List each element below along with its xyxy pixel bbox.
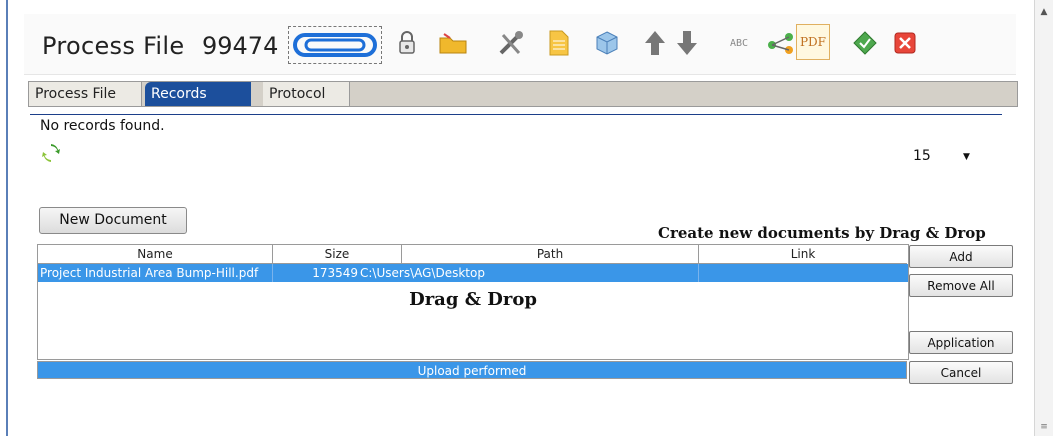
upload-progress-bar: Upload performed xyxy=(37,361,907,379)
table-row[interactable]: Project Industrial Area Bump-Hill.pdf 17… xyxy=(38,264,908,282)
drag-drop-zone-label[interactable]: Drag & Drop xyxy=(38,289,908,310)
page-title: Process File xyxy=(42,32,185,60)
cube-icon[interactable] xyxy=(592,28,622,58)
page-size-select[interactable]: 15 ▼ xyxy=(907,146,977,168)
add-button[interactable]: Add xyxy=(909,245,1013,268)
tools-icon[interactable] xyxy=(496,28,526,58)
no-records-message: No records found. xyxy=(40,118,165,134)
cell-name: Project Industrial Area Bump-Hill.pdf xyxy=(40,266,259,280)
close-icon[interactable] xyxy=(890,28,920,58)
column-header-link[interactable]: Link xyxy=(699,245,907,264)
approve-icon[interactable] xyxy=(850,28,880,58)
drag-drop-caption: Create new documents by Drag & Drop xyxy=(658,224,986,242)
column-header-name[interactable]: Name xyxy=(38,245,273,264)
spellcheck-icon[interactable]: ABC xyxy=(724,28,754,58)
remove-all-button[interactable]: Remove All xyxy=(909,274,1013,297)
application-button[interactable]: Application xyxy=(909,331,1013,354)
column-header-path[interactable]: Path xyxy=(402,245,699,264)
vertical-scrollbar[interactable]: ▲ ≡ xyxy=(1034,0,1053,436)
folder-icon[interactable] xyxy=(438,28,468,58)
arrow-up-icon[interactable] xyxy=(640,28,670,58)
new-document-button[interactable]: New Document xyxy=(39,207,187,234)
lock-icon[interactable] xyxy=(392,28,422,58)
refresh-icon[interactable] xyxy=(42,144,60,162)
chevron-down-icon[interactable]: ▼ xyxy=(963,152,970,162)
tab-bar: Process File Records Protocol xyxy=(28,81,1018,107)
section-divider xyxy=(30,114,1002,115)
process-number: 99474 xyxy=(202,32,279,60)
column-header-size[interactable]: Size xyxy=(273,245,402,264)
window-left-edge xyxy=(0,0,10,436)
cell-divider xyxy=(698,264,699,282)
scroll-up-icon[interactable]: ▲ xyxy=(1038,6,1050,18)
tab-process-file[interactable]: Process File xyxy=(29,82,142,106)
cell-path: C:\Users\AG\Desktop xyxy=(360,266,485,280)
tab-records[interactable]: Records xyxy=(145,82,251,106)
pdf-icon[interactable]: PDF xyxy=(796,24,830,60)
arrow-down-icon[interactable] xyxy=(672,28,702,58)
document-icon[interactable] xyxy=(544,28,574,58)
share-icon[interactable] xyxy=(766,28,796,58)
cancel-button[interactable]: Cancel xyxy=(909,361,1013,384)
title-bar: Process File 99474 ABC PDF xyxy=(24,14,1016,75)
tab-records-corner xyxy=(237,82,251,106)
paperclip-icon[interactable] xyxy=(288,26,382,64)
page-size-value: 15 xyxy=(913,148,931,164)
tab-protocol[interactable]: Protocol xyxy=(263,82,350,106)
cell-divider xyxy=(272,264,273,282)
cell-size: 173549 xyxy=(312,266,358,280)
scroll-grip-icon[interactable]: ≡ xyxy=(1039,422,1049,432)
documents-table: Name Size Path Link Project Industrial A… xyxy=(37,244,909,360)
